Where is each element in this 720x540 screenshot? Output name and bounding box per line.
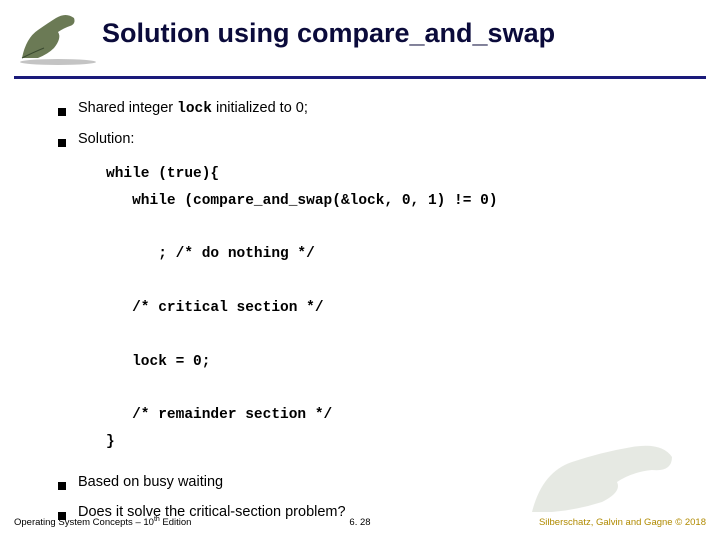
text-fragment: Shared integer (78, 100, 177, 116)
bullet-solution: Solution: (58, 131, 696, 147)
bullet-square-icon (58, 482, 66, 490)
footer-left: Operating System Concepts – 10th Edition (14, 516, 191, 528)
code-block: while (true){ while (compare_and_swap(&l… (106, 161, 696, 456)
text-fragment: 2018 (682, 517, 706, 528)
text-fragment: Operating System Concepts – 10 (14, 517, 154, 528)
bullet-square-icon (58, 139, 66, 147)
text-fragment: Silberschatz, Galvin and Gagne (539, 517, 675, 528)
title-underline (14, 76, 706, 79)
footer-page-number: 6. 28 (349, 517, 370, 528)
bullet-text: Shared integer lock initialized to 0; (78, 100, 308, 117)
code-fragment: lock (177, 101, 212, 117)
dinosaur-logo (14, 8, 102, 68)
footer: Operating System Concepts – 10th Edition… (0, 516, 720, 528)
text-fragment: Edition (160, 517, 192, 528)
slide-title: Solution using compare_and_swap (102, 8, 555, 49)
bullet-square-icon (58, 108, 66, 116)
header-row: Solution using compare_and_swap (0, 0, 720, 68)
text-fragment: initialized to 0; (212, 100, 308, 116)
bullet-shared-integer: Shared integer lock initialized to 0; (58, 100, 696, 117)
slide: Solution using compare_and_swap Shared i… (0, 0, 720, 540)
bullet-text: Based on busy waiting (78, 474, 223, 490)
slide-body: Shared integer lock initialized to 0; So… (58, 100, 696, 534)
bullet-text: Solution: (78, 131, 134, 147)
footer-copyright: Silberschatz, Galvin and Gagne © 2018 (539, 517, 706, 528)
bullet-busy-waiting: Based on busy waiting (58, 474, 696, 490)
